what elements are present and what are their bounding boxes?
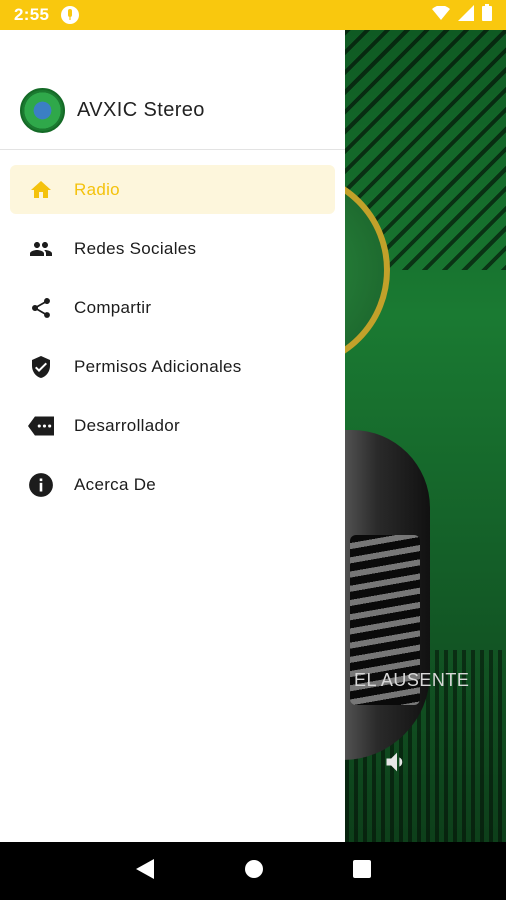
app-name: AVXIC Stereo	[77, 99, 205, 121]
navigation-drawer: AVXIC Stereo Radio Redes Sociales Compar…	[0, 30, 345, 842]
menu-label: Desarrollador	[74, 415, 180, 435]
info-icon	[28, 472, 54, 498]
drawer-header: AVXIC Stereo	[0, 30, 345, 150]
menu-item-radio[interactable]: Radio	[10, 165, 335, 214]
wifi-icon	[432, 4, 450, 25]
menu-item-compartir[interactable]: Compartir	[10, 283, 335, 332]
mic-icon	[61, 6, 80, 24]
drawer-menu: Radio Redes Sociales Compartir Permisos …	[0, 150, 345, 509]
share-icon	[28, 295, 54, 321]
back-icon[interactable]	[134, 858, 156, 885]
menu-label: Compartir	[74, 297, 152, 317]
home-circle-icon[interactable]	[243, 858, 265, 885]
menu-label: Redes Sociales	[74, 238, 197, 258]
label-tag-icon	[28, 413, 54, 439]
menu-label: Permisos Adicionales	[74, 356, 242, 376]
status-time: 2:55	[14, 5, 50, 24]
shield-icon	[28, 354, 54, 380]
song-title: EL AUSENTE	[354, 670, 470, 690]
volume-icon[interactable]	[383, 748, 411, 781]
app-logo-avatar	[20, 88, 65, 133]
battery-icon	[482, 4, 492, 26]
menu-label: Acerca De	[74, 474, 157, 494]
status-bar: 2:55	[0, 0, 506, 30]
navigation-bar	[0, 842, 506, 900]
people-icon	[28, 236, 54, 262]
menu-label: Radio	[74, 179, 120, 199]
menu-item-acerca-de[interactable]: Acerca De	[10, 460, 335, 509]
recents-icon[interactable]	[352, 859, 372, 884]
menu-item-permisos-adicionales[interactable]: Permisos Adicionales	[10, 342, 335, 391]
home-icon	[28, 177, 54, 203]
menu-item-redes-sociales[interactable]: Redes Sociales	[10, 224, 335, 273]
signal-icon	[458, 4, 474, 26]
menu-item-desarrollador[interactable]: Desarrollador	[10, 401, 335, 450]
